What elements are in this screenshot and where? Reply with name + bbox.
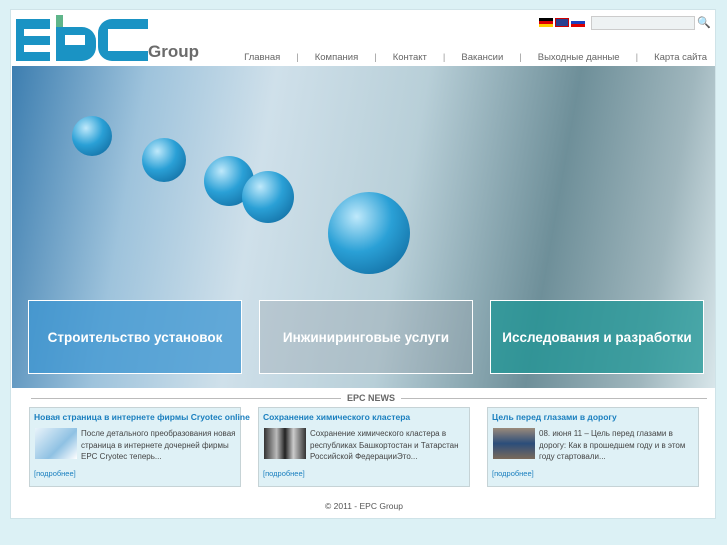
news-text: После детального преобразования новая ст… — [81, 429, 236, 461]
tile-research[interactable]: Исследования и разработки — [490, 300, 704, 374]
news-title[interactable]: Сохранение химического кластера — [263, 412, 410, 422]
news-card: Цель перед глазами в дорогу 08. июня 11 … — [487, 407, 699, 487]
nav-vacancies[interactable]: Вакансии — [445, 52, 519, 63]
news-title[interactable]: Цель перед глазами в дорогу — [492, 412, 617, 422]
hero-banner: Строительство установок Инжиниринговые у… — [12, 66, 715, 388]
news-more-link[interactable]: [подробнее] — [492, 469, 534, 478]
search-icon[interactable]: 🔍 — [697, 16, 711, 29]
nav-sitemap[interactable]: Карта сайта — [638, 52, 707, 63]
news-card: Новая страница в интернете фирмы Cryotec… — [29, 407, 250, 487]
nav-contact[interactable]: Контакт — [377, 52, 443, 63]
en-flag-icon[interactable] — [555, 18, 569, 27]
nav-imprint[interactable]: Выходные данные — [522, 52, 636, 63]
news-thumbnail — [264, 428, 306, 459]
tile-engineering[interactable]: Инжиниринговые услуги — [259, 300, 473, 374]
news-more-link[interactable]: [подробнее] — [263, 469, 305, 478]
sphere-graphic — [72, 116, 112, 156]
search-input[interactable] — [591, 16, 695, 30]
news-title[interactable]: Новая страница в интернете фирмы Cryotec… — [34, 412, 250, 422]
news-card: Сохранение химического кластера Сохранен… — [258, 407, 470, 487]
main-nav: Главная | Компания | Контакт | Вакансии | Вы… — [228, 52, 707, 63]
copyright: © 2011 - EPC Group — [325, 501, 403, 511]
news-thumbnail — [493, 428, 535, 459]
nav-home[interactable]: Главная — [228, 52, 296, 63]
tile-plant-construction[interactable]: Строительство установок — [28, 300, 242, 374]
logo-group-text: Group — [148, 42, 199, 61]
news-more-link[interactable]: [подробнее] — [34, 469, 76, 478]
news-heading: EPC NEWS — [341, 393, 402, 403]
sphere-graphic — [242, 171, 294, 223]
sphere-graphic — [328, 192, 410, 274]
news-thumbnail — [35, 428, 77, 459]
news-text: 08. июня 11 – Цель перед глазами в дорог… — [539, 429, 686, 461]
nav-company[interactable]: Компания — [299, 52, 374, 63]
ru-flag-icon[interactable] — [571, 18, 585, 27]
sphere-graphic — [142, 138, 186, 182]
de-flag-icon[interactable] — [539, 18, 553, 27]
news-text: Сохранение химического кластера в респуб… — [310, 429, 459, 461]
page: Group 🔍 Главная | Компания | Контакт | Вака… — [10, 9, 716, 519]
